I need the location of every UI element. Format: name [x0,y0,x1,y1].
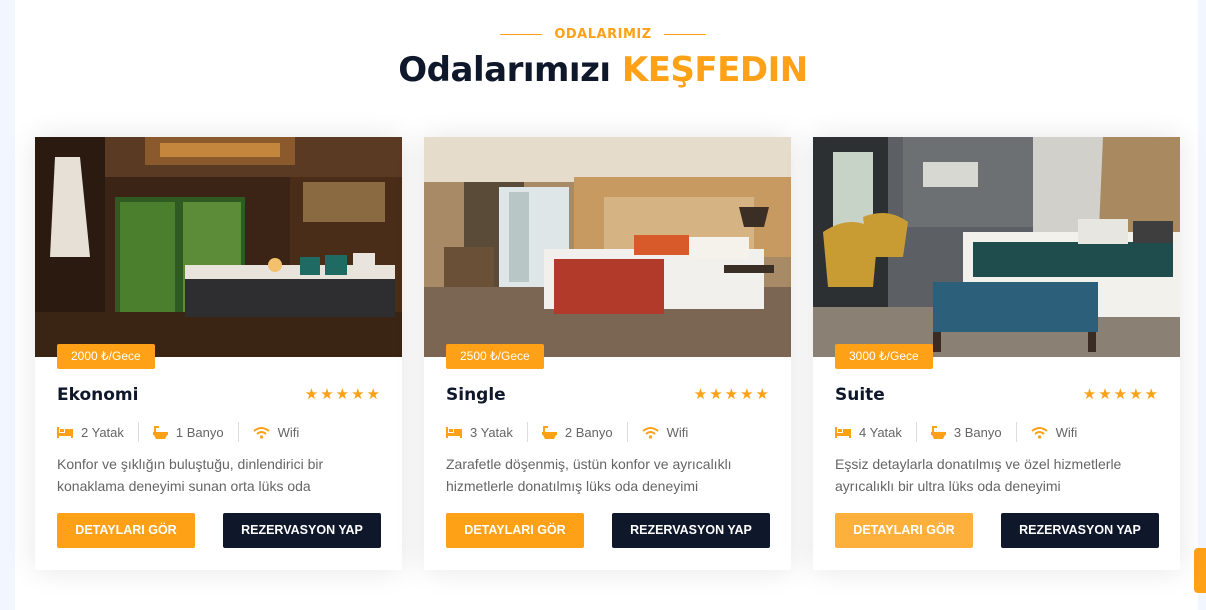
page-right-edge [1198,0,1206,610]
wifi-label: Wifi [1055,424,1078,440]
star-icon: ★ [1144,386,1158,403]
feature-beds: 3 Yatak [446,421,513,443]
section-title: Odalarımızı KEŞFEDIN [0,50,1206,90]
star-icon: ★ [1098,386,1112,403]
wifi-label: Wifi [666,424,689,440]
baths-label: 1 Banyo [175,424,224,440]
room-name: Single [446,385,506,405]
wifi-icon [1030,426,1048,439]
room-card-ekonomi: 2000 ₺/Gece Ekonomi ★ ★ ★ ★ ★ 2 Yatak 1 … [35,137,402,570]
feature-divider [137,422,139,442]
section-subtitle-row: ODALARIMIZ [0,26,1206,42]
bath-icon [930,425,946,439]
section-subtitle: ODALARIMIZ [554,26,652,42]
star-icon: ★ [304,386,319,403]
subtitle-line-left [500,33,543,35]
star-icon: ★ [740,386,754,403]
wifi-icon [252,426,270,439]
feature-baths: 3 Banyo [930,421,1002,443]
room-card-single: 2500 ₺/Gece Single ★ ★ ★ ★ ★ 3 Yatak 2 B… [424,137,791,570]
bath-icon [541,425,557,439]
room-description: Zarafetle döşenmiş, üstün konfor ve ayrı… [446,456,732,494]
feature-beds: 2 Yatak [57,421,124,443]
star-icon: ★ [1129,386,1143,403]
view-details-button[interactable]: DETAYLARI GÖR [57,513,195,548]
star-icon: ★ [335,386,350,403]
feature-wifi: Wifi [641,421,689,443]
baths-label: 3 Banyo [953,424,1002,440]
beds-label: 2 Yatak [81,424,124,440]
room-image-suite [813,137,1180,357]
feature-wifi: Wifi [252,421,300,443]
bath-icon [152,425,168,439]
bed-icon [57,426,73,438]
room-rating: ★ ★ ★ ★ ★ [1083,387,1158,403]
room-rating: ★ ★ ★ ★ ★ [305,387,380,403]
page-left-edge [0,0,15,610]
reserve-button[interactable]: REZERVASYON YAP [612,513,770,548]
star-icon: ★ [724,386,739,403]
wifi-label: Wifi [277,424,300,440]
room-card-suite: 3000 ₺/Gece Suite ★ ★ ★ ★ ★ 4 Yatak 3 Ba… [813,137,1180,570]
feature-divider [626,422,628,442]
star-icon: ★ [320,386,334,403]
feature-divider [237,422,239,442]
star-icon: ★ [351,386,365,403]
baths-label: 2 Banyo [564,424,613,440]
subtitle-line-right [663,33,706,35]
room-name: Ekonomi [57,385,139,405]
wifi-icon [641,426,659,439]
view-details-button[interactable]: DETAYLARI GÖR [446,513,584,548]
star-icon: ★ [1113,386,1128,403]
beds-label: 4 Yatak [859,424,902,440]
room-features: 2 Yatak 1 Banyo Wifi [57,421,299,443]
star-icon: ★ [366,386,380,403]
star-icon: ★ [709,386,723,403]
room-price-badge: 2000 ₺/Gece [57,344,155,369]
room-rating: ★ ★ ★ ★ ★ [694,387,769,403]
feature-beds: 4 Yatak [835,421,902,443]
star-icon: ★ [693,386,708,403]
room-image-ekonomi [35,137,402,357]
bed-icon [446,426,462,438]
feature-divider [1015,422,1017,442]
section-title-main: Odalarımızı [398,50,611,90]
reserve-button[interactable]: REZERVASYON YAP [1001,513,1159,548]
feature-baths: 1 Banyo [152,421,224,443]
star-icon: ★ [755,386,769,403]
feature-divider [526,422,528,442]
feature-baths: 2 Banyo [541,421,613,443]
feature-wifi: Wifi [1030,421,1078,443]
feature-divider [915,422,917,442]
section-title-accent: KEŞFEDIN [621,50,808,90]
room-description: Eşsiz detaylarla donatılmış ve özel hizm… [835,456,1122,494]
view-details-button[interactable]: DETAYLARI GÖR [835,513,973,548]
bed-icon [835,426,851,438]
room-description: Konfor ve şıklığın buluştuğu, dinlendiri… [57,456,324,494]
reserve-button[interactable]: REZERVASYON YAP [223,513,381,548]
room-price-badge: 2500 ₺/Gece [446,344,544,369]
beds-label: 3 Yatak [470,424,513,440]
room-image-single [424,137,791,357]
star-icon: ★ [1082,386,1097,403]
room-name: Suite [835,385,885,405]
room-features: 3 Yatak 2 Banyo Wifi [446,421,688,443]
back-to-top-button[interactable] [1194,548,1206,593]
room-features: 4 Yatak 3 Banyo Wifi [835,421,1077,443]
room-price-badge: 3000 ₺/Gece [835,344,933,369]
